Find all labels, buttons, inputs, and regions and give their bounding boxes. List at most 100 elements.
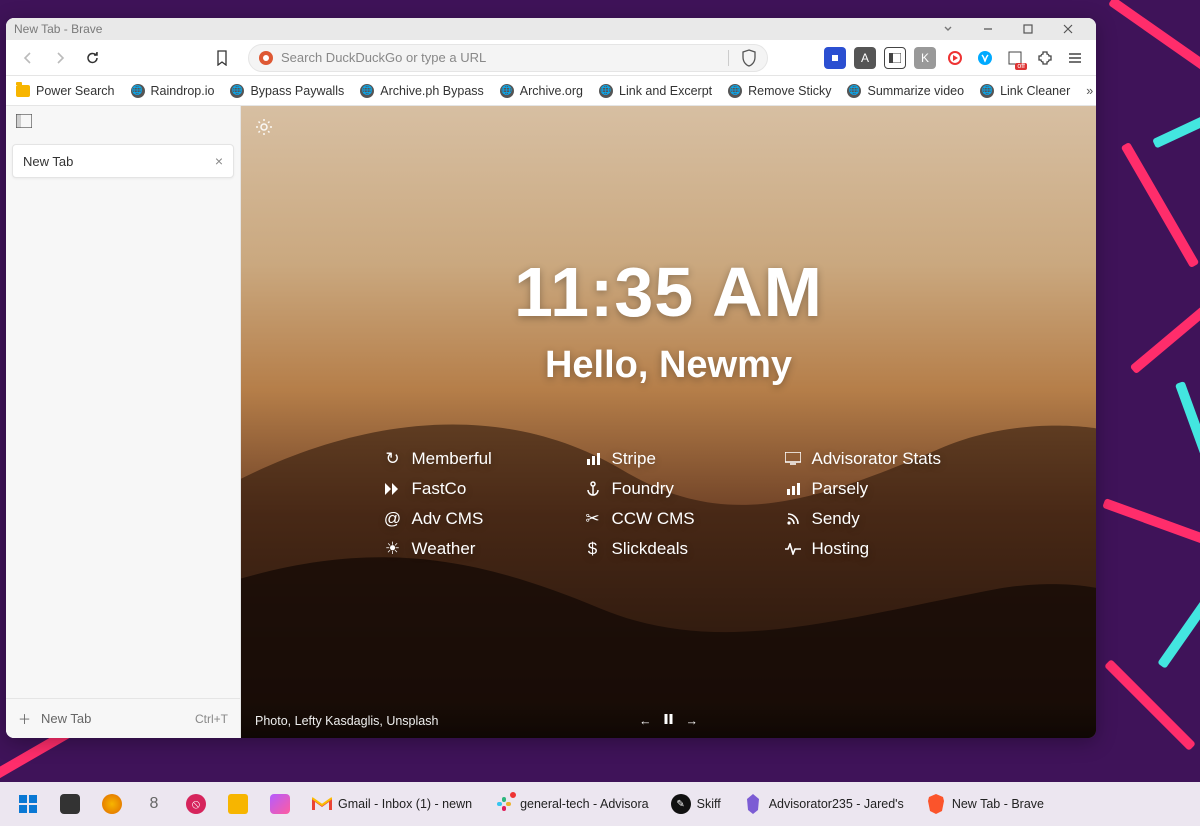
dollar-icon: $ — [584, 539, 602, 559]
quick-links-grid: ↻Memberful Stripe Advisorator Stats Fast… — [384, 449, 954, 559]
browser-window: New Tab - Brave Search DuckDuckGo or typ… — [6, 18, 1096, 738]
duckduckgo-icon — [259, 51, 273, 65]
new-tab-label: New Tab — [41, 711, 91, 726]
browser-toolbar: Search DuckDuckGo or type a URL A K off — [6, 40, 1096, 76]
globe-icon: 🌐 — [728, 84, 742, 98]
extension-icon[interactable] — [944, 47, 966, 69]
bookmark-item[interactable]: 🌐Raindrop.io — [131, 84, 215, 98]
taskbar-app-icon[interactable]: 8 — [138, 788, 170, 820]
extension-icon[interactable]: off — [1004, 47, 1026, 69]
bookmark-button[interactable] — [210, 46, 234, 70]
quick-link[interactable]: ✂CCW CMS — [584, 509, 754, 529]
taskbar-item-brave[interactable]: New Tab - Brave — [920, 788, 1050, 820]
reload-button[interactable] — [80, 46, 104, 70]
minimize-button[interactable] — [968, 18, 1008, 40]
brave-shields-icon[interactable] — [741, 49, 757, 67]
globe-icon: 🌐 — [500, 84, 514, 98]
taskbar-app-icon[interactable] — [96, 788, 128, 820]
extension-icon[interactable]: A — [854, 47, 876, 69]
taskbar-item-gmail[interactable]: Gmail - Inbox (1) - newn — [306, 788, 478, 820]
window-title: New Tab - Brave — [14, 22, 102, 36]
scissors-icon: ✂ — [584, 509, 602, 529]
globe-icon: 🌐 — [599, 84, 613, 98]
globe-icon: 🌐 — [360, 84, 374, 98]
bookmark-item[interactable]: 🌐Link and Excerpt — [599, 84, 712, 98]
refresh-icon: ↻ — [384, 449, 402, 469]
prev-background-icon[interactable]: ← — [639, 714, 652, 728]
window-minimize-icon[interactable] — [928, 18, 968, 40]
bookmark-item[interactable]: 🌐Summarize video — [847, 84, 964, 98]
address-bar[interactable]: Search DuckDuckGo or type a URL — [248, 44, 768, 72]
quick-link[interactable]: Parsely — [784, 479, 954, 499]
close-button[interactable] — [1048, 18, 1088, 40]
taskbar-item-obsidian[interactable]: Advisorator235 - Jared's — [737, 788, 910, 820]
taskbar-item-skiff[interactable]: ✎Skiff — [665, 788, 727, 820]
quick-link[interactable]: Advisorator Stats — [784, 449, 954, 469]
quick-link[interactable]: ☀Weather — [384, 539, 554, 559]
bookmarks-bar: Power Search 🌐Raindrop.io 🌐Bypass Paywal… — [6, 76, 1096, 106]
close-tab-icon[interactable]: × — [215, 153, 223, 169]
fast-forward-icon — [384, 483, 402, 495]
main-menu-icon[interactable] — [1064, 47, 1086, 69]
at-icon: @ — [384, 509, 402, 529]
greeting-text: Hello, Newmy — [545, 344, 792, 387]
address-bar-placeholder: Search DuckDuckGo or type a URL — [281, 50, 716, 65]
extension-icon[interactable]: K — [914, 47, 936, 69]
quick-link[interactable]: ↻Memberful — [384, 449, 554, 469]
pause-background-icon[interactable] — [664, 714, 674, 728]
new-tab-page: 11:35 AM Hello, Newmy ↻Memberful Stripe … — [241, 106, 1096, 738]
quick-link[interactable]: Stripe — [584, 449, 754, 469]
quick-link[interactable]: Hosting — [784, 539, 954, 559]
quick-link[interactable]: FastCo — [384, 479, 554, 499]
extension-row: A K off — [824, 47, 1086, 69]
bookmark-item[interactable]: 🌐Bypass Paywalls — [230, 84, 344, 98]
rss-icon — [784, 512, 802, 526]
folder-icon — [16, 85, 30, 97]
taskbar-app-icon[interactable] — [264, 788, 296, 820]
sun-icon: ☀ — [384, 539, 402, 559]
bookmark-item[interactable]: 🌐Link Cleaner — [980, 84, 1070, 98]
window-titlebar: New Tab - Brave — [6, 18, 1096, 40]
clock: 11:35 AM — [514, 252, 823, 332]
windows-taskbar: 8 ⦸ Gmail - Inbox (1) - newn general-tec… — [0, 782, 1200, 826]
bookmark-item[interactable]: 🌐Archive.ph Bypass — [360, 84, 484, 98]
taskbar-app-icon[interactable] — [222, 788, 254, 820]
forward-button[interactable] — [48, 46, 72, 70]
quick-link[interactable]: $Slickdeals — [584, 539, 754, 559]
globe-icon: 🌐 — [980, 84, 994, 98]
quick-link[interactable]: Foundry — [584, 479, 754, 499]
next-background-icon[interactable]: → — [686, 714, 699, 728]
start-button[interactable] — [12, 788, 44, 820]
maximize-button[interactable] — [1008, 18, 1048, 40]
globe-icon: 🌐 — [847, 84, 861, 98]
extension-icon[interactable] — [974, 47, 996, 69]
sidebar-toggle-icon[interactable] — [884, 47, 906, 69]
extension-icon[interactable] — [824, 47, 846, 69]
taskbar-app-icon[interactable]: ⦸ — [180, 788, 212, 820]
taskbar-app-icon[interactable] — [54, 788, 86, 820]
bookmarks-overflow-icon[interactable]: » — [1086, 84, 1093, 98]
new-tab-button[interactable]: ＋ New Tab Ctrl+T — [6, 698, 240, 738]
photo-credit[interactable]: Photo, Lefty Kasdaglis, Unsplash — [255, 714, 438, 728]
plus-icon: ＋ — [18, 709, 31, 728]
new-tab-shortcut: Ctrl+T — [195, 712, 228, 726]
anchor-icon — [584, 481, 602, 496]
extensions-menu-icon[interactable] — [1034, 47, 1056, 69]
quick-link[interactable]: Sendy — [784, 509, 954, 529]
activity-icon — [784, 543, 802, 555]
globe-icon: 🌐 — [131, 84, 145, 98]
tab-label: New Tab — [23, 154, 73, 169]
monitor-icon — [784, 452, 802, 465]
quick-link[interactable]: @Adv CMS — [384, 509, 554, 529]
globe-icon: 🌐 — [230, 84, 244, 98]
taskbar-item-slack[interactable]: general-tech - Advisora — [488, 788, 655, 820]
bookmark-item[interactable]: Power Search — [16, 84, 115, 98]
bookmark-item[interactable]: 🌐Remove Sticky — [728, 84, 831, 98]
back-button[interactable] — [16, 46, 40, 70]
bookmark-item[interactable]: 🌐Archive.org — [500, 84, 583, 98]
photo-credit-bar: Photo, Lefty Kasdaglis, Unsplash ← → — [241, 704, 1096, 738]
bars-icon — [784, 483, 802, 495]
sidepanel-toggle-icon[interactable] — [6, 106, 240, 136]
vertical-tab[interactable]: New Tab × — [12, 144, 234, 178]
bars-icon — [584, 453, 602, 465]
